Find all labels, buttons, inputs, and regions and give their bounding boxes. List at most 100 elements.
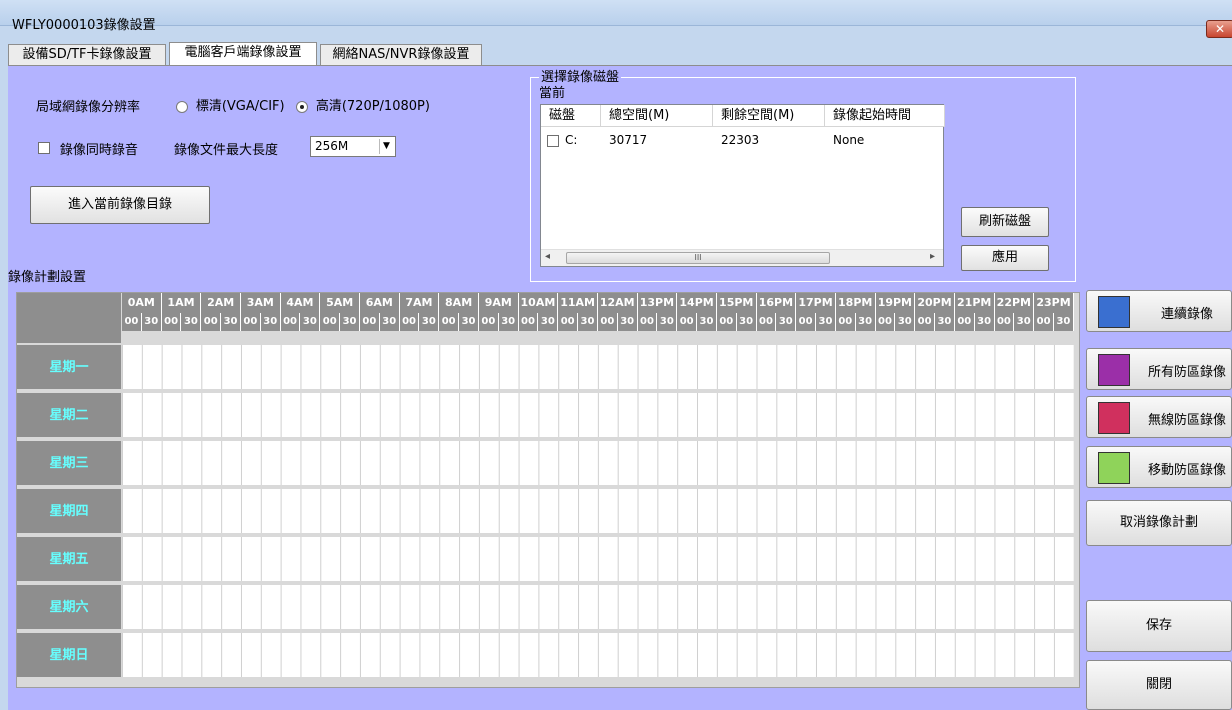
disk-total: 30717: [609, 133, 648, 147]
disk-free: 22303: [721, 133, 760, 147]
hour-label: 22PM: [994, 293, 1035, 313]
tab-sd-card[interactable]: 設備SD/TF卡錄像設置: [8, 44, 166, 65]
half-hour-label: 30: [657, 313, 678, 331]
legend-all-zones-button[interactable]: 所有防區錄像: [1086, 348, 1232, 390]
record-audio-box[interactable]: [38, 142, 50, 154]
radio-hd-indicator[interactable]: [296, 100, 308, 113]
hour-label: 4AM: [280, 293, 321, 313]
scroll-left-icon[interactable]: ◂: [545, 251, 550, 262]
half-hour-label: 30: [221, 313, 241, 331]
scrollbar-thumb[interactable]: III: [566, 252, 830, 264]
col-header-start-time[interactable]: 錄像起始時間: [825, 105, 945, 127]
half-hour-label: 00: [756, 313, 777, 331]
half-hour-label: 00: [320, 313, 341, 331]
max-file-select[interactable]: 256M ▼: [310, 136, 396, 157]
day-schedule-row[interactable]: [122, 537, 1074, 583]
hour-label: 9AM: [478, 293, 519, 313]
motion-zones-color-swatch: [1098, 452, 1130, 484]
record-audio-label: 錄像同時錄音: [59, 143, 138, 158]
record-audio-checkbox[interactable]: 錄像同時錄音: [38, 139, 138, 158]
legend-motion-zones-button[interactable]: 移動防區錄像: [1086, 446, 1232, 488]
half-hour-label: 00: [1034, 313, 1054, 331]
day-schedule-row[interactable]: [122, 489, 1074, 535]
col-header-disk[interactable]: 磁盤: [541, 105, 601, 127]
wireless-zones-color-swatch: [1098, 402, 1130, 434]
half-hour-label: 30: [736, 313, 757, 331]
day-label: 星期日: [17, 633, 121, 679]
half-hour-label: 30: [498, 313, 519, 331]
half-hour-label: 00: [835, 313, 856, 331]
max-file-label: 錄像文件最大長度: [174, 143, 279, 158]
half-hour-label: 00: [677, 313, 698, 331]
half-hour-label: 00: [716, 313, 737, 331]
half-hour-label: 30: [697, 313, 717, 331]
radio-hd[interactable]: 高清(720P/1080P): [296, 95, 430, 114]
col-header-total[interactable]: 總空間(M): [601, 105, 713, 127]
legend-all-zones-label: 所有防區錄像: [1147, 365, 1226, 380]
disk-list[interactable]: 磁盤 總空間(M) 剩餘空間(M) 錄像起始時間 C: 30717 22303 …: [540, 104, 945, 267]
max-file-value: 256M: [315, 139, 349, 153]
half-hour-label: 30: [1054, 313, 1074, 331]
half-hour-label: 00: [240, 313, 261, 331]
current-label: 當前: [539, 86, 566, 101]
radio-standard-indicator[interactable]: [176, 100, 188, 113]
schedule-title: 錄像計劃設置: [8, 270, 87, 285]
radio-standard[interactable]: 標清(VGA/CIF): [176, 95, 285, 114]
scroll-right-icon[interactable]: ▸: [930, 251, 935, 262]
day-schedule-row[interactable]: [122, 633, 1074, 679]
refresh-disk-button[interactable]: 刷新磁盤: [961, 207, 1049, 237]
half-hour-label: 00: [359, 313, 380, 331]
hour-label: 23PM: [1034, 293, 1074, 313]
day-schedule-row[interactable]: [122, 585, 1074, 631]
col-header-free[interactable]: 剩餘空間(M): [713, 105, 825, 127]
hour-label: 10AM: [518, 293, 559, 313]
hour-label: 0AM: [122, 293, 162, 313]
window-title: WFLY0000103錄像設置: [12, 18, 156, 33]
tab-pc-client[interactable]: 電腦客戶端錄像設置: [169, 42, 317, 65]
half-hour-label: 00: [597, 313, 618, 331]
hour-label: 14PM: [677, 293, 717, 313]
half-hour-label: 30: [974, 313, 995, 331]
close-window-button[interactable]: ✕: [1206, 20, 1232, 38]
legend-wireless-zones-button[interactable]: 無線防區錄像: [1086, 396, 1232, 438]
half-hour-label: 00: [280, 313, 301, 331]
day-label: 星期四: [17, 489, 121, 535]
half-hour-label: 30: [935, 313, 955, 331]
day-schedule-row[interactable]: [122, 441, 1074, 487]
half-hour-label: 00: [796, 313, 817, 331]
half-hour-label: 00: [518, 313, 539, 331]
legend-continuous-button[interactable]: 連續錄像: [1086, 290, 1232, 332]
half-hour-label: 30: [776, 313, 797, 331]
resolution-label: 局域網錄像分辨率: [36, 100, 141, 115]
dropdown-arrow-icon[interactable]: ▼: [379, 139, 393, 154]
half-hour-label: 30: [181, 313, 202, 331]
cancel-schedule-button[interactable]: 取消錄像計劃: [1086, 500, 1232, 546]
hour-label: 1AM: [161, 293, 202, 313]
day-schedule-row[interactable]: [122, 393, 1074, 439]
hour-label: 15PM: [716, 293, 757, 313]
half-hour-label: 00: [478, 313, 499, 331]
tab-nas-nvr[interactable]: 網絡NAS/NVR錄像設置: [320, 44, 482, 65]
close-button[interactable]: 關閉: [1086, 660, 1232, 710]
hour-label: 17PM: [796, 293, 836, 313]
half-hour-label: 00: [637, 313, 658, 331]
half-hour-label: 30: [617, 313, 638, 331]
hour-label: 16PM: [756, 293, 797, 313]
disk-row-checkbox[interactable]: [547, 135, 559, 147]
open-record-dir-button[interactable]: 進入當前錄像目錄: [30, 186, 210, 224]
half-hour-label: 00: [915, 313, 936, 331]
apply-button[interactable]: 應用: [961, 245, 1049, 271]
half-hour-label: 00: [122, 313, 142, 331]
hour-label: 2AM: [201, 293, 241, 313]
hour-label: 8AM: [439, 293, 479, 313]
schedule-grid[interactable]: 0AM 00 30 1AM 00 30 2AM 00 30 3AM 00 30 4AM 00 30 5AM 00…: [16, 292, 1080, 688]
day-schedule-row[interactable]: [122, 345, 1074, 391]
save-button[interactable]: 保存: [1086, 600, 1232, 652]
disk-start-time: None: [833, 133, 865, 147]
day-label: 星期一: [17, 345, 121, 391]
continuous-color-swatch: [1098, 296, 1130, 328]
day-label: 星期三: [17, 441, 121, 487]
hour-label: 19PM: [875, 293, 916, 313]
half-hour-label: 00: [558, 313, 579, 331]
half-hour-label: 30: [141, 313, 162, 331]
